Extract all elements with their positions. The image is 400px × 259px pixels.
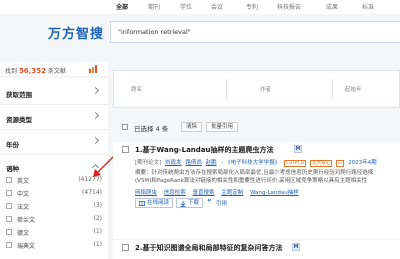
author-link[interactable]: 赵鹏 [206, 160, 217, 166]
facet-language[interactable]: 语种 [6, 163, 19, 173]
divider [226, 79, 227, 99]
author-link[interactable]: 刘霞发 [165, 160, 182, 166]
filter-title-field[interactable]: 题名 [131, 85, 142, 93]
tab-conference[interactable]: 会议 [211, 2, 223, 11]
result-summary: 找到 56,352 条文献 [0, 62, 108, 76]
index-tag: EI [336, 160, 345, 167]
tab-degree[interactable]: 学位 [180, 2, 192, 11]
quote-icon: “ [207, 198, 212, 206]
m-badge: M [292, 243, 300, 251]
select-all-checkbox[interactable] [122, 124, 128, 130]
checkbox[interactable] [6, 216, 12, 222]
checkbox[interactable] [6, 203, 12, 209]
result-title[interactable]: 1.基于Wang-Landau抽样的主题爬虫方法 [135, 145, 274, 155]
result-item: 1.基于Wang-Landau抽样的主题爬虫方法 M [期刊论文] 刘霞发 路倩… [113, 142, 400, 239]
keyword-list: 网络爬虫 信息检索 垂直搜索 主题定制 Wang-Landau抽样 [135, 188, 304, 196]
selected-count-text: 已选择 4 条 [134, 125, 169, 133]
divider [0, 129, 108, 130]
facet-access-scope[interactable]: 获取范围 [6, 89, 32, 99]
main-content: 题名 作者 起始年 已选择 4 条 清除 批量引用 1.基于Wang-Landa… [113, 62, 400, 259]
language-option-dutch[interactable]: 荷兰文 (2) [6, 215, 102, 225]
facet-year[interactable]: 年份 [6, 139, 19, 149]
selection-toolbar: 已选择 4 条 清除 批量引用 [113, 120, 400, 134]
language-option-english[interactable]: 英文 (41277) [6, 176, 102, 186]
advanced-filter-box: 题名 作者 起始年 [113, 70, 400, 108]
journal-link[interactable]: - 《电子科技大学学报》 [221, 160, 280, 166]
checkbox[interactable] [6, 190, 12, 196]
tab-journal[interactable]: 期刊 [148, 2, 160, 11]
result-count-text: 找到 56,352 条文献 [5, 67, 66, 75]
keyword-link[interactable]: 主题定制 [221, 190, 243, 196]
top-nav: 全部 期刊 学位 会议 专利 科技报告 成果 标准 [0, 0, 400, 14]
tab-all[interactable]: 全部 [116, 2, 128, 11]
checkbox[interactable] [6, 229, 12, 235]
tab-achievement[interactable]: 成果 [326, 2, 338, 11]
header: 万方智搜 "information retrieval" [0, 14, 400, 55]
chart-stats-icon[interactable] [89, 65, 98, 73]
keyword-link[interactable]: 垂直搜索 [193, 190, 215, 196]
keyword-link[interactable]: Wang-Landau抽样 [250, 190, 299, 196]
tab-standard[interactable]: 标准 [362, 2, 374, 11]
divider [332, 79, 333, 99]
result-abstract: 摘要：针对传统爬虫方法存在搜索局部化入局部最优,且最少考虑信息历史爬行经验对爬行… [135, 170, 374, 184]
clear-button[interactable]: 清除 [181, 122, 203, 132]
cite-button[interactable]: “ 引用 [207, 198, 227, 208]
index-tag: 北大核心 [310, 160, 333, 167]
m-badge: M [294, 145, 302, 153]
book-icon [139, 201, 145, 206]
search-query-text: "information retrieval" [118, 28, 191, 36]
result-title[interactable]: 2.基于知识图谱全局和局部特征的复杂问答方法 [135, 243, 283, 253]
chevron-down-icon[interactable] [91, 136, 100, 145]
result-item: 2.基于知识图谱全局和局部特征的复杂问答方法 M [113, 240, 400, 259]
checkbox[interactable] [6, 242, 12, 248]
result-checkbox[interactable] [122, 146, 129, 153]
result-meta: [期刊论文] 刘霞发 路倩尚 赵鹏 - 《电子科技大学学报》 CSTPCD 北大… [135, 160, 377, 167]
download-icon [180, 201, 186, 207]
result-count: 56,352 [18, 67, 46, 75]
language-option-german[interactable]: 德文 (1) [6, 228, 102, 238]
language-option-swedish[interactable]: 瑞典文 (1) [6, 241, 102, 251]
divider [0, 104, 108, 105]
keyword-link[interactable]: 网络爬虫 [135, 190, 157, 196]
batch-cite-button[interactable]: 批量引用 [206, 122, 239, 132]
download-button[interactable]: 下载 [176, 198, 204, 208]
author-link[interactable]: 路倩尚 [185, 160, 202, 166]
tab-patent[interactable]: 专利 [246, 2, 258, 11]
result-checkbox[interactable] [122, 244, 129, 251]
issue-link[interactable]: 2023年4期 [348, 160, 377, 166]
chevron-down-icon[interactable] [91, 111, 100, 120]
read-online-button[interactable]: 在线阅读 [135, 198, 174, 208]
facet-resource-type[interactable]: 资源类型 [6, 114, 32, 124]
chevron-down-icon[interactable] [91, 86, 100, 95]
keyword-link[interactable]: 信息检索 [164, 190, 186, 196]
checkbox[interactable] [6, 177, 12, 183]
language-option-chinese[interactable]: 中文 (4714) [6, 189, 102, 199]
site-logo[interactable]: 万方智搜 [48, 23, 104, 42]
tab-tech-report[interactable]: 科技报告 [277, 2, 301, 11]
filter-start-year-field[interactable]: 起始年 [345, 85, 362, 93]
language-option-french[interactable]: 法文 (3) [6, 202, 102, 212]
index-tag: CSTPCD [283, 160, 307, 167]
filter-author-field[interactable]: 作者 [260, 85, 271, 93]
search-input[interactable]: "information retrieval" [110, 21, 400, 43]
